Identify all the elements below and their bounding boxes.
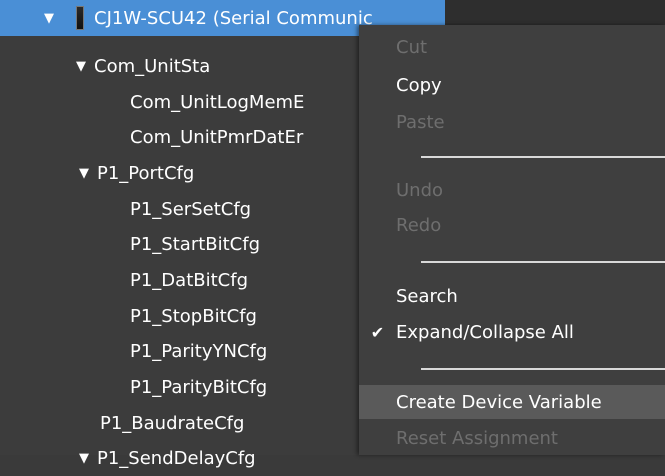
tree-row-label: P1_SendDelayCfg xyxy=(97,447,256,469)
menu-item-label: Cut xyxy=(396,36,428,58)
tree-row-label: P1_ParityYNCfg xyxy=(130,340,268,362)
menu-item-paste[interactable]: Paste xyxy=(359,105,665,139)
menu-item-label: Copy xyxy=(396,74,442,96)
tree-row-label: P1_BaudrateCfg xyxy=(100,412,245,434)
menu-item-search[interactable]: Search xyxy=(359,279,665,313)
menu-item-redo[interactable]: Redo xyxy=(359,208,665,242)
expand-arrow-icon[interactable]: ▼ xyxy=(75,166,93,181)
device-module-icon xyxy=(76,6,84,30)
menu-item-cut[interactable]: Cut xyxy=(359,30,665,64)
menu-item-label: Create Device Variable xyxy=(396,391,602,413)
tree-row-label: Com_UnitLogMemE xyxy=(130,91,305,113)
tree-row-label: Com_UnitPmrDatEr xyxy=(130,126,304,148)
menu-separator xyxy=(421,261,665,263)
tree-row-label: P1_DatBitCfg xyxy=(130,269,248,291)
menu-separator xyxy=(421,368,665,370)
expand-arrow-icon[interactable]: ▼ xyxy=(72,59,90,74)
menu-separator xyxy=(421,156,665,158)
menu-item-label: Paste xyxy=(396,111,445,133)
menu-item-label: Expand/Collapse All xyxy=(396,321,574,343)
tree-row-label: P1_ParityBitCfg xyxy=(130,376,268,398)
tree-row-label: Com_UnitSta xyxy=(94,55,211,77)
context-menu: Cut Copy Paste Undo Redo Search ✔ Expand… xyxy=(359,25,665,455)
menu-item-expand-collapse-all[interactable]: ✔ Expand/Collapse All xyxy=(359,315,665,349)
tree-row-label: P1_PortCfg xyxy=(97,162,195,184)
menu-item-label: Redo xyxy=(396,214,442,236)
check-icon: ✔ xyxy=(370,322,385,342)
menu-item-label: Undo xyxy=(396,179,444,201)
tree-row-label: P1_StopBitCfg xyxy=(130,305,257,327)
menu-item-label: Reset Assignment xyxy=(396,427,558,449)
expand-arrow-icon[interactable]: ▼ xyxy=(75,451,93,466)
tree-row-label: P1_SerSetCfg xyxy=(130,198,252,220)
menu-item-label: Search xyxy=(396,285,458,307)
tree-row-label: CJ1W-SCU42 (Serial Communic xyxy=(94,7,373,29)
tree-row-label: P1_StartBitCfg xyxy=(130,233,261,255)
menu-item-undo[interactable]: Undo xyxy=(359,173,665,207)
menu-item-create-device-variable[interactable]: Create Device Variable xyxy=(359,385,665,419)
expand-arrow-icon[interactable]: ▼ xyxy=(40,11,58,26)
menu-item-copy[interactable]: Copy xyxy=(359,68,665,102)
menu-item-reset-assignment[interactable]: Reset Assignment xyxy=(359,421,665,455)
